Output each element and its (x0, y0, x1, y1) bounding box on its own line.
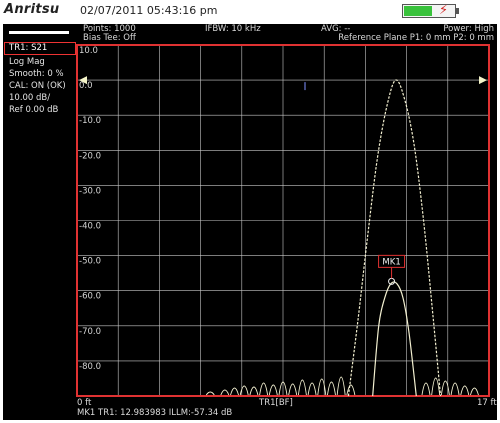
graph-grid (77, 45, 489, 396)
reference-arrow-right (479, 76, 487, 85)
noise-bump (239, 385, 249, 396)
trace-series-solid (372, 281, 417, 397)
noise-bump (288, 383, 298, 396)
measurement-graph[interactable]: 10.00.0-10.0-20.0-30.0-40.0-50.0-60.0-70… (0, 0, 500, 423)
noise-bump (336, 376, 346, 396)
noise-bump (230, 387, 239, 396)
y-tick-label: -20.0 (79, 151, 101, 161)
y-tick-label: -30.0 (79, 186, 101, 196)
noise-bump (249, 386, 259, 396)
noise-bump (259, 382, 269, 396)
noise-floor (205, 376, 479, 396)
noise-bump (317, 378, 327, 396)
y-tick-label: -60.0 (79, 292, 101, 302)
marker-mk1[interactable]: MK1 (378, 254, 406, 285)
noise-bump (450, 382, 460, 396)
noise-bump (440, 380, 450, 396)
y-tick-label: -70.0 (79, 327, 101, 337)
y-tick-label: -40.0 (79, 222, 101, 232)
noise-bump (346, 384, 356, 396)
y-tick-label: -80.0 (79, 362, 101, 372)
noise-bump (431, 377, 441, 396)
noise-bump (220, 389, 230, 396)
noise-bump (460, 385, 470, 396)
noise-bump (421, 382, 431, 396)
noise-bump (327, 381, 336, 396)
y-tick-label: -10.0 (79, 116, 101, 126)
noise-bump (297, 379, 307, 396)
noise-bump (205, 391, 215, 396)
trace-series-dotted (347, 79, 442, 397)
noise-bump (268, 384, 278, 396)
trace-lines (347, 79, 442, 397)
marker-label: MK1 (382, 257, 400, 267)
y-tick-label: -50.0 (79, 257, 101, 267)
noise-bump (307, 382, 317, 396)
analyzer-window: Anritsu 02/07/2011 05:43:16 pm ⚡ Points:… (0, 0, 500, 423)
y-tick-label: 10.0 (79, 46, 98, 56)
y-axis-ticks: 10.00.0-10.0-20.0-30.0-40.0-50.0-60.0-70… (79, 46, 101, 372)
noise-bump (470, 387, 479, 396)
